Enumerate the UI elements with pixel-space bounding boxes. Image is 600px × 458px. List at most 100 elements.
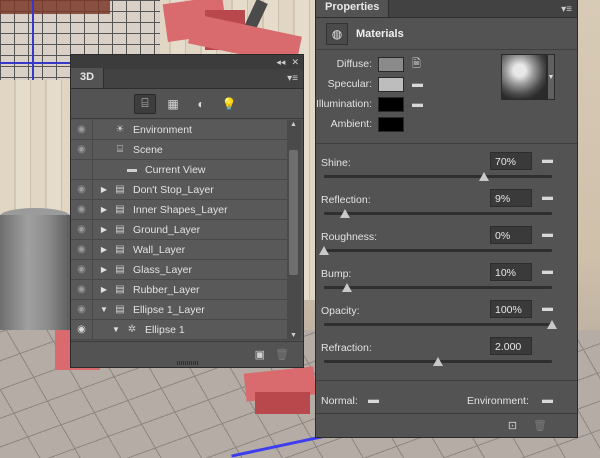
layer-row[interactable]: ◉ ⌸ Scene xyxy=(71,139,287,160)
tab-3d[interactable]: 3D xyxy=(71,68,105,88)
trash-icon[interactable]: 🗑 xyxy=(533,419,547,432)
property-value-field[interactable]: 9% xyxy=(490,189,532,207)
expand-arrow-icon[interactable]: ▼ xyxy=(109,325,123,334)
scroll-down-icon[interactable]: ▼ xyxy=(290,332,297,339)
slider-track[interactable] xyxy=(324,249,552,252)
expand-arrow-icon[interactable]: ▼ xyxy=(97,305,111,314)
visibility-eye-icon[interactable]: ◉ xyxy=(71,119,93,140)
layer-type-icon: ▤ xyxy=(115,264,125,275)
environment-folder-icon[interactable]: ▬ xyxy=(542,394,553,406)
collapse-icon[interactable]: ◂◂ xyxy=(276,57,285,68)
mesh-filter-icon[interactable]: ▦ xyxy=(162,94,184,114)
texture-folder-icon[interactable]: ▬ xyxy=(542,154,553,166)
layer-row[interactable]: ◉ ▼ ▤ Ellipse 1_Layer xyxy=(71,299,287,320)
property-slider-block: Bump: 10% ▬ xyxy=(316,263,577,300)
layer-type-icon: ▤ xyxy=(115,204,125,215)
expand-arrow-icon[interactable]: ▶ xyxy=(97,245,111,254)
property-slider-block: Roughness: 0% ▬ xyxy=(316,226,577,263)
property-value-field[interactable]: 100% xyxy=(490,300,532,318)
layer-name: Don't Stop_Layer xyxy=(133,183,214,196)
property-value-field[interactable]: 2.000 xyxy=(490,337,532,355)
slider-track[interactable] xyxy=(324,286,552,289)
color-swatch[interactable] xyxy=(378,56,404,72)
texture-folder-icon[interactable]: ▬ xyxy=(542,191,553,203)
visibility-eye-icon[interactable]: ◉ xyxy=(71,199,93,220)
color-swatch[interactable] xyxy=(378,116,404,132)
slider-track[interactable] xyxy=(324,175,552,178)
scroll-up-icon[interactable]: ▲ xyxy=(290,121,297,128)
expand-arrow-icon[interactable]: ▶ xyxy=(97,225,111,234)
property-slider-block: Refraction: 2.000 xyxy=(316,337,577,374)
visibility-eye-icon[interactable]: ◉ xyxy=(71,219,93,240)
material-swatches: Diffuse: 🗎 Specular: ▬ Illumination: ▬ Ambient… xyxy=(316,54,506,134)
swatch-label: Diffuse: xyxy=(336,58,372,70)
layer-row[interactable]: ◉ ▼ ✲ Ellipse 1 xyxy=(71,319,287,340)
materials-title: Materials xyxy=(356,27,404,40)
divider xyxy=(316,380,577,381)
apply-icon[interactable]: ⊡ xyxy=(508,419,517,432)
layer-row[interactable]: ◉ ▶ ▤ Inner Shapes_Layer xyxy=(71,199,287,220)
expand-arrow-icon[interactable]: ▶ xyxy=(97,285,111,294)
layer-row[interactable]: ◉ ▶ ▤ Don't Stop_Layer xyxy=(71,179,287,200)
texture-folder-icon[interactable]: ▬ xyxy=(542,302,553,314)
expand-arrow-icon[interactable]: ▶ xyxy=(97,185,111,194)
slider-thumb[interactable] xyxy=(547,320,557,329)
panel-menu-icon[interactable]: ▾≡ xyxy=(287,73,298,84)
trash-icon[interactable]: 🗑 xyxy=(275,348,289,361)
layer-row[interactable]: ◉ ☀ Environment xyxy=(71,119,287,140)
color-swatch[interactable] xyxy=(378,76,404,92)
slider-thumb[interactable] xyxy=(341,283,352,292)
visibility-eye-icon[interactable] xyxy=(71,159,93,180)
resize-grip[interactable] xyxy=(177,361,199,365)
material-filter-icon[interactable]: ◐ xyxy=(190,94,212,114)
texture-folder-icon[interactable]: 🗎 xyxy=(412,55,428,74)
3d-layer-list: ◉ ☀ Environment ◉ ⌸ Scene ▬ Current View ◉ ▶ ▤ Don'… xyxy=(71,119,287,340)
layer-row[interactable]: ◉ ▶ ▤ Ground_Layer xyxy=(71,219,287,240)
property-value-field[interactable]: 0% xyxy=(490,226,532,244)
visibility-eye-icon[interactable]: ◉ xyxy=(71,319,93,340)
visibility-eye-icon[interactable]: ◉ xyxy=(71,239,93,260)
visibility-eye-icon[interactable]: ◉ xyxy=(71,259,93,280)
slider-track[interactable] xyxy=(324,323,552,326)
scrollbar-thumb[interactable] xyxy=(289,150,298,275)
layer-row[interactable]: ▬ Current View xyxy=(71,159,287,180)
layer-name: Ground_Layer xyxy=(133,223,201,236)
visibility-eye-icon[interactable]: ◉ xyxy=(71,139,93,160)
new-object-icon[interactable]: ▣ xyxy=(255,348,265,361)
slider-thumb[interactable] xyxy=(478,172,489,181)
slider-thumb[interactable] xyxy=(339,209,350,218)
texture-folder-icon[interactable]: ▬ xyxy=(542,228,553,240)
visibility-eye-icon[interactable]: ◉ xyxy=(71,279,93,300)
slider-thumb[interactable] xyxy=(319,246,329,255)
slider-thumb[interactable] xyxy=(433,357,443,366)
property-value-field[interactable]: 10% xyxy=(490,263,532,281)
scene-filter-icon[interactable]: ⌸ xyxy=(134,93,156,114)
properties-panel: Properties ▾≡ ◍ Materials Diffuse: 🗎 Specu… xyxy=(315,0,578,438)
layer-row[interactable]: ◉ ▶ ▤ Wall_Layer xyxy=(71,239,287,260)
properties-footer: ⊡ 🗑 xyxy=(316,413,577,437)
layer-type-icon: ☀ xyxy=(115,124,125,135)
color-swatch[interactable] xyxy=(378,96,404,112)
material-picker-arrow-icon[interactable]: ▼ xyxy=(547,54,555,100)
light-filter-icon[interactable]: 💡 xyxy=(218,94,240,114)
property-label: Opacity: xyxy=(321,305,360,317)
material-preview-sphere[interactable] xyxy=(501,54,547,100)
visibility-eye-icon[interactable]: ◉ xyxy=(71,179,93,200)
texture-folder-icon[interactable]: ▬ xyxy=(542,265,553,277)
slider-track[interactable] xyxy=(324,212,552,215)
texture-folder-icon[interactable]: ▬ xyxy=(412,78,428,90)
visibility-eye-icon[interactable]: ◉ xyxy=(71,299,93,320)
layer-row[interactable]: ◉ ▶ ▤ Rubber_Layer xyxy=(71,279,287,300)
layer-type-icon: ▤ xyxy=(115,304,125,315)
layer-row[interactable]: ◉ ▶ ▤ Glass_Layer xyxy=(71,259,287,280)
layer-list-scrollbar[interactable]: ▲ ▼ xyxy=(287,120,301,340)
texture-folder-icon[interactable]: ▬ xyxy=(412,98,428,110)
property-value-field[interactable]: 70% xyxy=(490,152,532,170)
tab-properties[interactable]: Properties xyxy=(316,0,390,17)
expand-arrow-icon[interactable]: ▶ xyxy=(97,205,111,214)
close-icon[interactable]: ✕ xyxy=(291,57,299,68)
layer-name: Glass_Layer xyxy=(133,263,192,276)
normal-folder-icon[interactable]: ▬ xyxy=(368,394,379,406)
panel-menu-icon[interactable]: ▾≡ xyxy=(561,4,572,15)
expand-arrow-icon[interactable]: ▶ xyxy=(97,265,111,274)
